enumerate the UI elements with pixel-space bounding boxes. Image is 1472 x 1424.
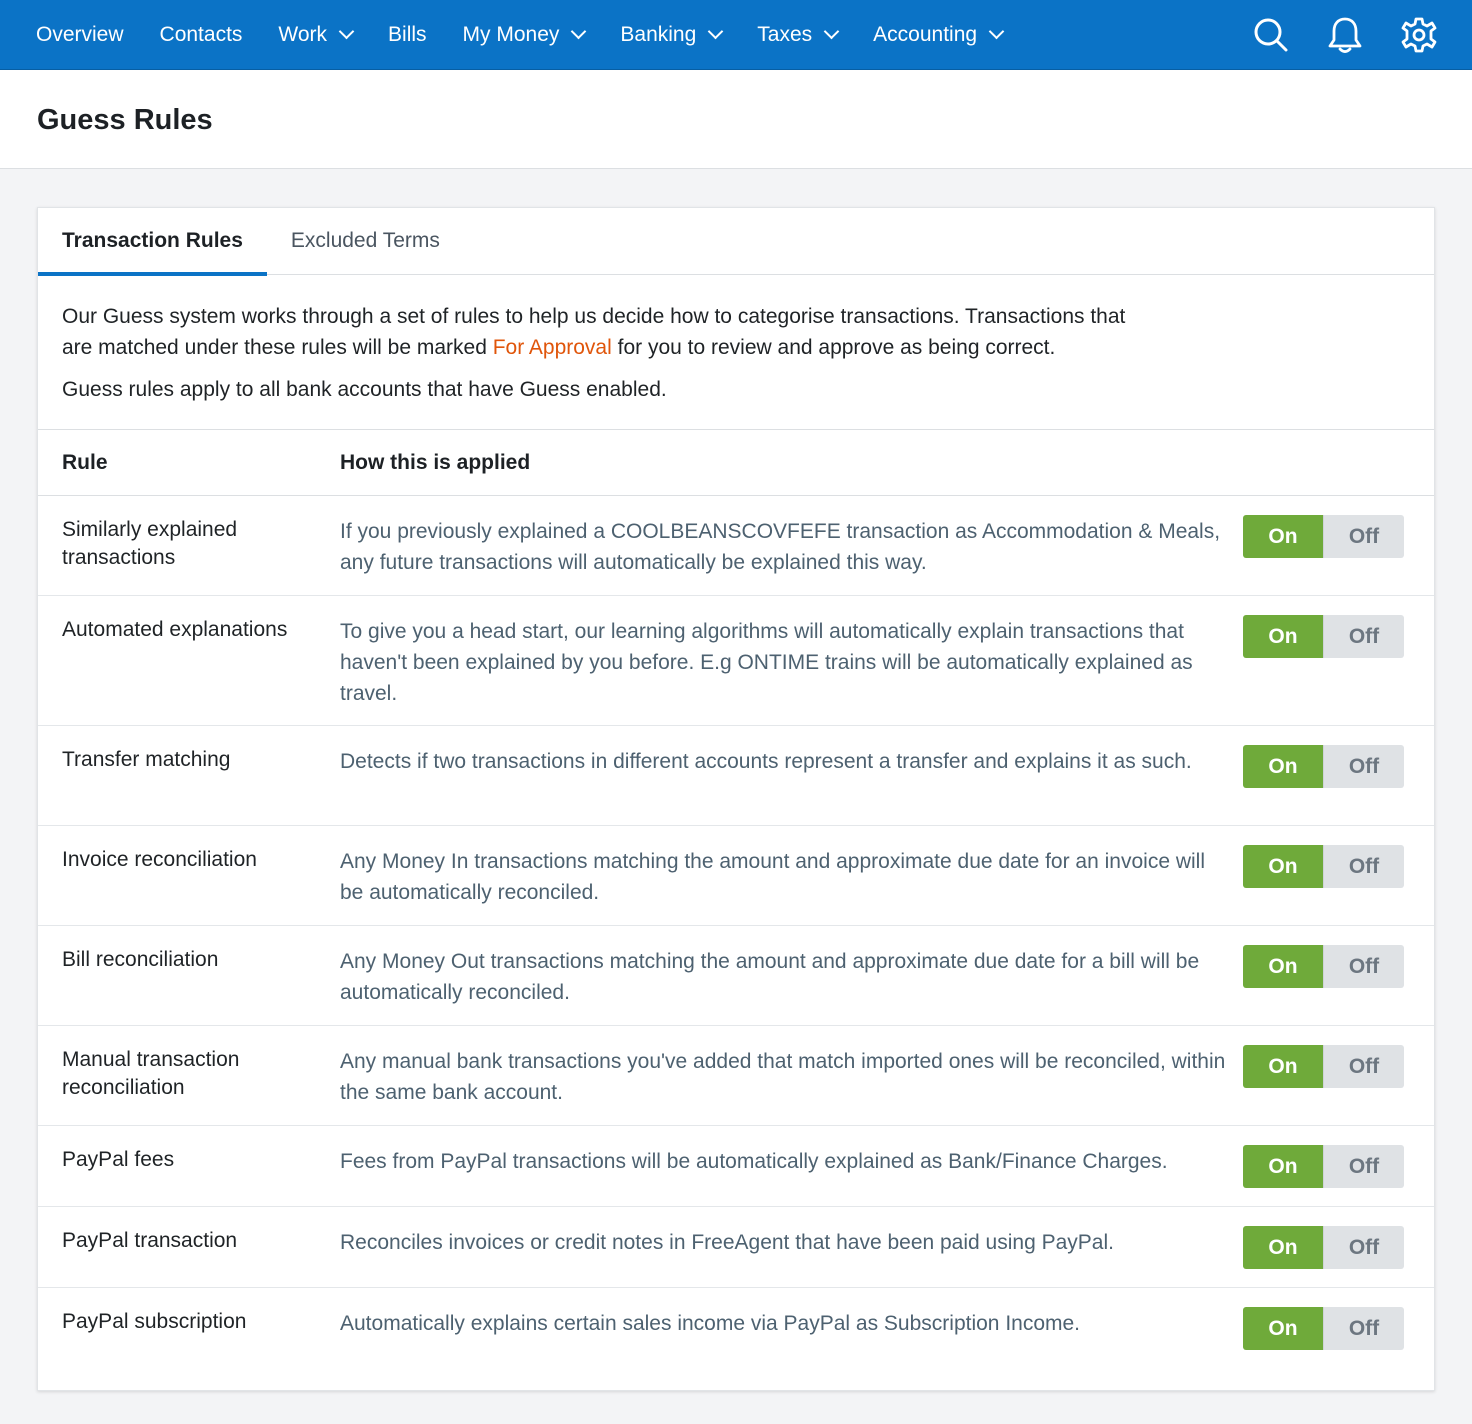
rule-toggle: On Off <box>1243 845 1404 888</box>
toggle-off-button[interactable]: Off <box>1323 1145 1404 1188</box>
nav-item-taxes[interactable]: Taxes <box>757 0 840 70</box>
toggle-on-button[interactable]: On <box>1243 745 1323 788</box>
nav-item-banking[interactable]: Banking <box>620 0 724 70</box>
table-row: PayPal fees Fees from PayPal transactions… <box>38 1126 1434 1207</box>
tab-transaction-rules[interactable]: Transaction Rules <box>38 208 267 276</box>
rule-name: PayPal subscription <box>62 1310 247 1333</box>
rule-toggle: On Off <box>1243 1226 1404 1269</box>
search-icon[interactable] <box>1252 16 1290 54</box>
nav-item-label: Work <box>278 22 328 46</box>
tab-excluded-terms[interactable]: Excluded Terms <box>267 208 464 275</box>
nav-menu: Overview Contacts Work Bills My Money Banking… <box>36 0 1038 70</box>
rule-name: Transfer matching <box>62 748 231 771</box>
nav-item-label: Accounting <box>873 22 978 46</box>
chevron-down-icon <box>571 23 587 40</box>
nav-item-label: Contacts <box>159 22 243 46</box>
toggle-off-button[interactable]: Off <box>1323 615 1404 658</box>
rules-table: Similarly explained transactions If you p… <box>38 496 1434 1388</box>
nav-item-label: Taxes <box>757 22 813 46</box>
intro-note: Guess rules apply to all bank accounts t… <box>62 378 667 401</box>
toggle-on-button[interactable]: On <box>1243 945 1323 988</box>
intro-text-part: for you to review and approve as being c… <box>611 336 1056 359</box>
chevron-down-icon <box>823 23 840 40</box>
toggle-on-button[interactable]: On <box>1243 1145 1323 1188</box>
rule-name: Similarly explained transactions <box>62 518 238 569</box>
rule-toggle: On Off <box>1243 745 1404 788</box>
table-row: Manual transaction reconciliation Any man… <box>38 1026 1434 1126</box>
column-header-applied: How this is applied <box>340 450 531 474</box>
toggle-off-button[interactable]: Off <box>1323 515 1404 558</box>
toggle-on-button[interactable]: On <box>1243 1226 1323 1269</box>
rule-description: Automatically explains certain sales inc… <box>340 1312 1081 1335</box>
toggle-off-button[interactable]: Off <box>1323 845 1404 888</box>
toggle-off-button[interactable]: Off <box>1323 745 1404 788</box>
table-row: Transfer matching Detects if two transact… <box>38 726 1434 826</box>
toggle-on-button[interactable]: On <box>1243 615 1323 658</box>
for-approval-label: For Approval <box>492 336 612 359</box>
chevron-down-icon <box>988 23 1005 40</box>
page-header: Guess Rules <box>0 70 1472 169</box>
rule-toggle: On Off <box>1243 515 1404 558</box>
rule-description: Reconciles invoices or credit notes in F… <box>340 1231 1114 1254</box>
nav-item-work[interactable]: Work <box>278 0 355 70</box>
intro-text: Our Guess system works through a set of … <box>38 275 1434 430</box>
table-row: Bill reconciliation Any Money Out transac… <box>38 926 1434 1026</box>
table-row: PayPal subscription Automatically explain… <box>38 1288 1434 1388</box>
toggle-on-button[interactable]: On <box>1243 515 1323 558</box>
table-row: Automated explanations To give you a head… <box>38 596 1434 726</box>
nav-icons <box>1252 0 1438 70</box>
page-title: Guess Rules <box>37 104 213 136</box>
intro-paragraph: Our Guess system works through a set of … <box>62 301 1142 363</box>
nav-item-label: Bills <box>388 22 427 46</box>
rules-card: Transaction Rules Excluded Terms Our Gues… <box>37 207 1435 1391</box>
nav-item-bills[interactable]: Bills <box>388 0 427 70</box>
nav-item-label: Banking <box>620 22 697 46</box>
rule-toggle: On Off <box>1243 1145 1404 1188</box>
nav-item-label: My Money <box>462 22 560 46</box>
column-header-rule: Rule <box>62 450 108 474</box>
toggle-on-button[interactable]: On <box>1243 1307 1323 1350</box>
rule-description: Any Money In transactions matching the a… <box>340 850 1205 904</box>
toggle-off-button[interactable]: Off <box>1323 1226 1404 1269</box>
rule-description: Any Money Out transactions matching the … <box>340 950 1200 1004</box>
rule-description: To give you a head start, our learning a… <box>340 620 1193 705</box>
nav-item-my-money[interactable]: My Money <box>462 0 587 70</box>
table-row: PayPal transaction Reconciles invoices or… <box>38 1207 1434 1288</box>
rule-description: Fees from PayPal transactions will be au… <box>340 1150 1168 1173</box>
rule-toggle: On Off <box>1243 615 1404 658</box>
chevron-down-icon <box>338 23 355 40</box>
toggle-off-button[interactable]: Off <box>1323 1307 1404 1350</box>
rule-name: Invoice reconciliation <box>62 848 257 871</box>
table-row: Similarly explained transactions If you p… <box>38 496 1434 596</box>
rule-description: If you previously explained a COOLBEANSC… <box>340 520 1221 574</box>
rule-name: Manual transaction reconciliation <box>62 1048 240 1099</box>
rule-toggle: On Off <box>1243 1307 1404 1350</box>
nav-item-label: Overview <box>36 22 124 46</box>
table-row: Invoice reconciliation Any Money In trans… <box>38 826 1434 926</box>
rule-name: Automated explanations <box>62 618 288 641</box>
toggle-on-button[interactable]: On <box>1243 1045 1323 1088</box>
rule-toggle: On Off <box>1243 1045 1404 1088</box>
nav-item-overview[interactable]: Overview <box>36 0 124 70</box>
rule-description: Detects if two transactions in different… <box>340 750 1192 773</box>
rule-description: Any manual bank transactions you've adde… <box>340 1050 1226 1104</box>
toggle-off-button[interactable]: Off <box>1323 945 1404 988</box>
top-navigation: Overview Contacts Work Bills My Money Banking… <box>0 0 1472 70</box>
rule-toggle: On Off <box>1243 945 1404 988</box>
nav-item-accounting[interactable]: Accounting <box>873 0 1005 70</box>
toggle-off-button[interactable]: Off <box>1323 1045 1404 1088</box>
bell-icon[interactable] <box>1326 16 1364 54</box>
tab-bar: Transaction Rules Excluded Terms <box>38 208 1434 276</box>
toggle-on-button[interactable]: On <box>1243 845 1323 888</box>
table-header: Rule How this is applied <box>38 430 1434 496</box>
nav-item-contacts[interactable]: Contacts <box>160 0 243 70</box>
chevron-down-icon <box>708 23 724 40</box>
rule-name: PayPal fees <box>62 1148 175 1171</box>
rule-name: Bill reconciliation <box>62 948 219 971</box>
gear-icon[interactable] <box>1400 16 1438 54</box>
rule-name: PayPal transaction <box>62 1229 238 1252</box>
